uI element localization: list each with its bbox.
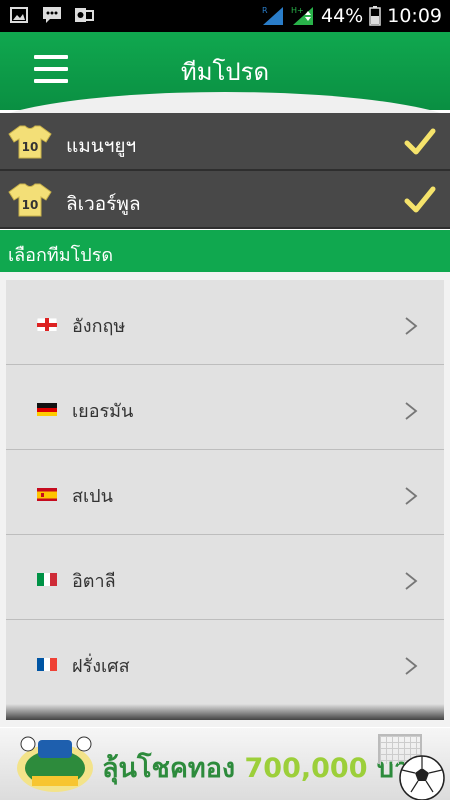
promo-banner[interactable]: ลุ้นโชคทอง 700,000 บาท [0,728,450,800]
svg-text:10: 10 [22,198,39,212]
page-title: ทีมโปรด [180,58,270,86]
spain-flag-icon [37,487,57,501]
chevron-right-icon [404,316,418,336]
country-item-spain[interactable]: สเปน [6,450,444,535]
status-right: R H+ 44% 10:09 [261,0,442,32]
notification-icons [10,6,94,24]
checkmark-icon[interactable] [404,127,436,157]
banner-amount: 700,000 [244,753,368,784]
outlook-icon [74,6,94,24]
jersey-10-icon: 10 [8,125,52,159]
favorite-team-row[interactable]: 10 แมนฯยูฯ [0,113,450,171]
country-name: อิตาลี [72,571,116,592]
svg-text:H+: H+ [291,6,304,15]
italy-flag-icon [37,572,57,586]
favorite-team-row[interactable]: 10 ลิเวอร์พูล [0,171,450,229]
germany-flag-icon [37,402,57,416]
country-item-italy[interactable]: อิตาลี [6,535,444,620]
battery-percent: 44% [321,5,364,27]
country-item-germany[interactable]: เยอรมัน [6,365,444,450]
svg-text:R: R [262,6,268,15]
battery-icon [369,6,381,26]
status-bar: R H+ 44% 10:09 [0,0,450,32]
chevron-right-icon [404,656,418,676]
favorite-team-name: แมนฯยูฯ [66,135,137,157]
country-name: เยอรมัน [72,401,134,422]
france-flag-icon [37,657,57,671]
soccer-ball-icon [398,754,446,800]
message-icon [42,6,61,24]
country-item-france[interactable]: ฝรั่งเศส [6,620,444,705]
svg-text:10: 10 [22,140,39,154]
image-icon [10,6,28,24]
country-name: ฝรั่งเศส [72,656,130,677]
chevron-right-icon [404,401,418,421]
country-list: อังกฤษ เยอรมัน สเปน อิตาลี ฝรั่งเศส [6,280,444,720]
jersey-10-icon: 10 [8,183,52,217]
signal-r-icon: R [261,5,285,27]
country-name: สเปน [72,486,113,507]
england-flag-icon [37,317,57,331]
chevron-right-icon [404,571,418,591]
banner-text-a: ลุ้นโชคทอง [102,753,236,784]
clock: 10:09 [387,5,442,27]
country-name: อังกฤษ [72,316,126,337]
section-title: เลือกทีมโปรด [0,230,450,272]
chevron-right-icon [404,486,418,506]
list-bottom-shadow [6,704,444,720]
country-item-england[interactable]: อังกฤษ [6,280,444,365]
checkmark-icon[interactable] [404,185,436,215]
favorite-team-name: ลิเวอร์พูล [66,193,141,215]
cheer-logo-icon [14,732,96,796]
signal-hplus-icon: H+ [291,5,315,27]
